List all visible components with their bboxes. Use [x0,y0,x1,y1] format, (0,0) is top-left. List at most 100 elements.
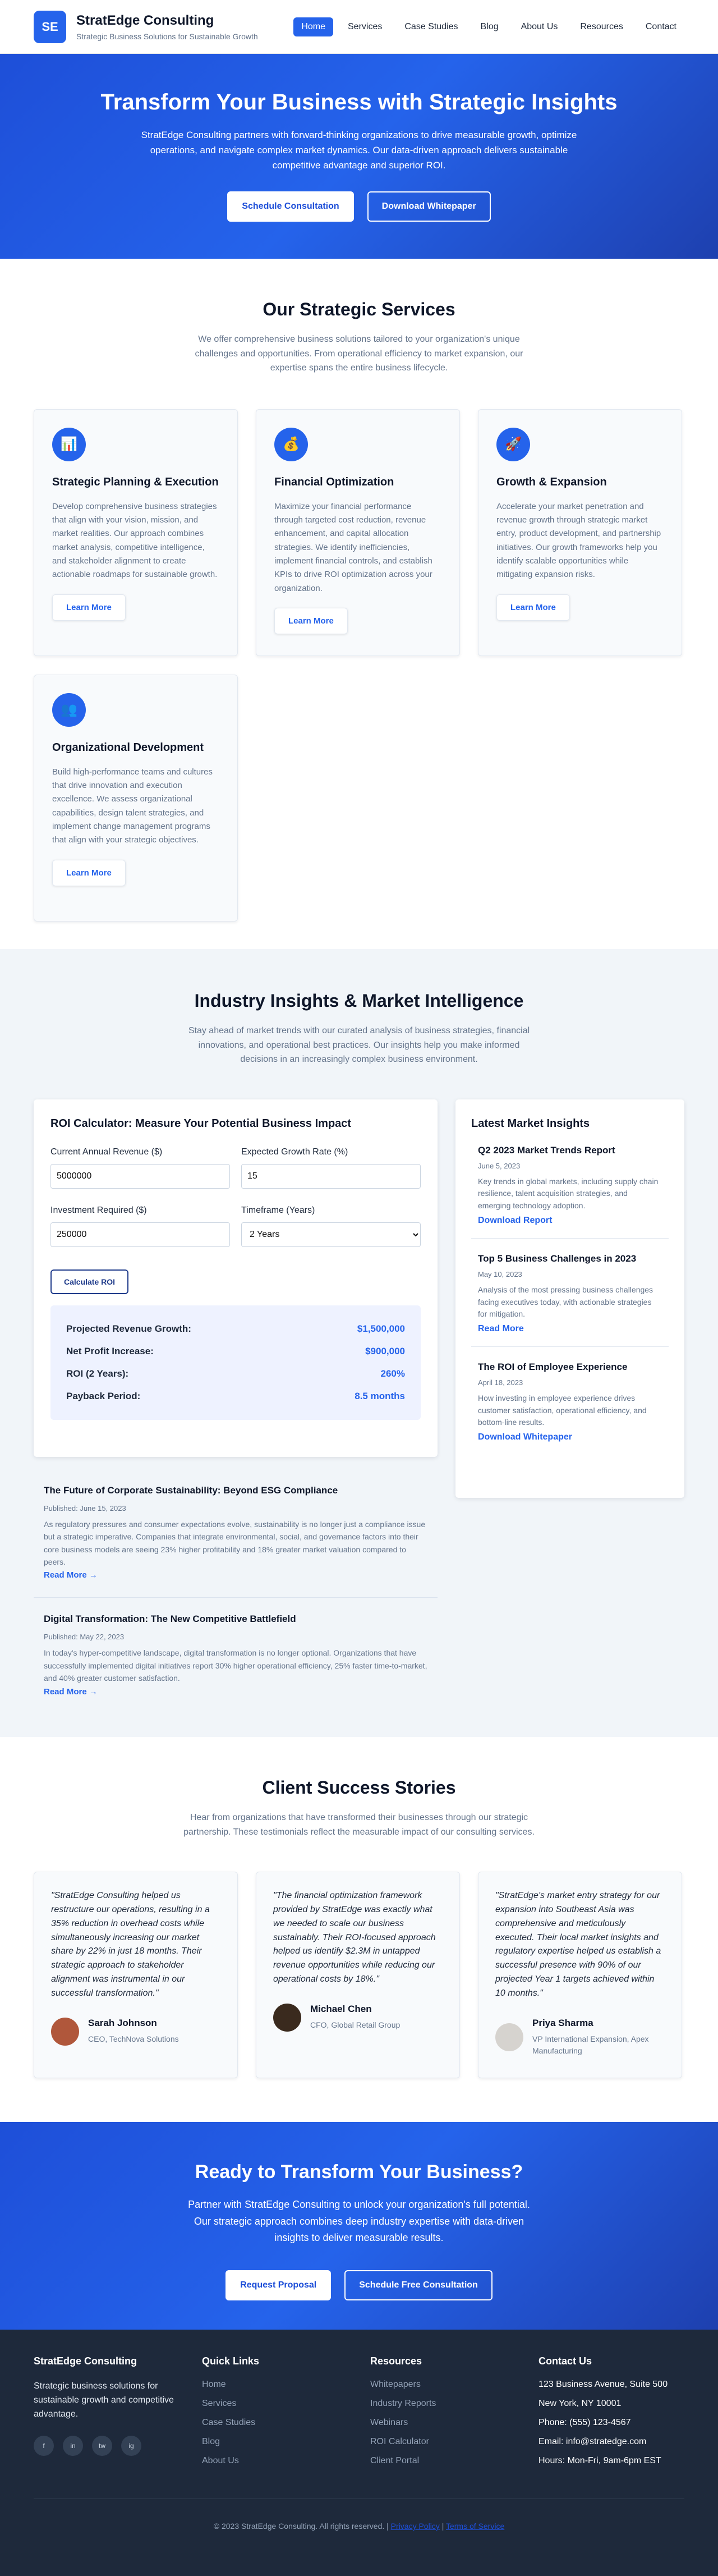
insights-subtitle: Stay ahead of market trends with our cur… [188,1026,530,1065]
copyright: © 2023 StratEdge Consulting. All rights … [213,2522,389,2531]
calculate-roi-button[interactable]: Calculate ROI [50,1269,129,1294]
testimonials-section: Client Success Stories Hear from organiz… [0,1737,718,2122]
terms-of-service-link[interactable]: Terms of Service [446,2522,504,2531]
footer-link[interactable]: Blog [202,2437,348,2447]
testimonials-subtitle: Hear from organizations that have transf… [183,1813,535,1837]
market-item-date: June 5, 2023 [478,1161,521,1170]
facebook-icon[interactable]: f [34,2436,54,2456]
download-report-link[interactable]: Download Report [478,1216,662,1226]
learn-more-button[interactable]: Learn More [274,607,348,634]
nav-about-us[interactable]: About Us [513,17,566,36]
learn-more-button[interactable]: Learn More [52,594,126,621]
footer-link[interactable]: Webinars [370,2418,516,2428]
author-role: CEO, TechNova Solutions [88,2034,179,2044]
result-value: $1,500,000 [357,1323,405,1334]
result-row: Net Profit Increase: $900,000 [66,1340,405,1363]
services-subtitle: We offer comprehensive business solution… [195,334,523,373]
schedule-consultation-button[interactable]: Schedule Consultation [227,191,354,222]
market-title: Latest Market Insights [471,1117,590,1130]
article-item: Digital Transformation: The New Competit… [34,1598,438,1713]
footer-link[interactable]: Industry Reports [370,2399,516,2409]
result-label: ROI (2 Years): [66,1368,129,1379]
contact-line: Phone: (555) 123-4567 [538,2418,631,2427]
avatar [51,2017,79,2046]
revenue-input[interactable] [50,1163,230,1189]
hero-title: Transform Your Business with Strategic I… [100,90,618,114]
article-date: Published: May 22, 2023 [44,1633,125,1642]
author-name: Sarah Johnson [88,2018,157,2029]
footer-link[interactable]: Services [202,2399,348,2409]
learn-more-button[interactable]: Learn More [52,859,126,886]
nav-case-studies[interactable]: Case Studies [397,17,466,36]
footer-link[interactable]: About Us [202,2456,348,2466]
nav-home[interactable]: Home [293,17,333,36]
insights-title: Industry Insights & Market Intelligence [194,991,524,1011]
article-title[interactable]: Digital Transformation: The New Competit… [44,1614,427,1625]
chart-icon: 📊 [52,427,86,461]
resources-title: Resources [370,2355,422,2367]
service-text: Accelerate your market penetration and r… [496,501,661,580]
growth-rate-input[interactable] [241,1163,421,1189]
request-proposal-button[interactable]: Request Proposal [225,2270,332,2301]
footer-link[interactable]: Home [202,2380,348,2390]
nav-resources[interactable]: Resources [572,17,630,36]
result-label: Net Profit Increase: [66,1345,154,1356]
cta-section: Ready to Transform Your Business? Partne… [0,2122,718,2330]
read-more-link[interactable]: Read More → [44,1570,98,1580]
result-value: 8.5 months [355,1390,405,1401]
article-title[interactable]: The Future of Corporate Sustainability: … [44,1485,427,1496]
avatar [273,2003,301,2032]
twitter-icon[interactable]: tw [92,2436,112,2456]
read-more-link[interactable]: Read More → [44,1687,98,1697]
market-item-title: Top 5 Business Challenges in 2023 [478,1253,637,1264]
brand-tagline: Strategic Business Solutions for Sustain… [76,31,258,41]
service-card-growth-expansion: 🚀 Growth & Expansion Accelerate your mar… [478,409,682,656]
result-label: Projected Revenue Growth: [66,1323,191,1334]
download-whitepaper-link[interactable]: Download Whitepaper [478,1432,662,1442]
articles-list: The Future of Corporate Sustainability: … [34,1469,438,1714]
article-date: Published: June 15, 2023 [44,1504,126,1512]
nav-blog[interactable]: Blog [473,17,507,36]
service-title: Organizational Development [52,741,204,754]
timeframe-select[interactable]: 2 Years [241,1222,421,1247]
contact-line: 123 Business Avenue, Suite 500 [538,2380,668,2389]
cta-text: Partner with StratEdge Consulting to unl… [188,2199,530,2244]
testimonial-quote: "The financial optimization framework pr… [273,1891,436,1984]
nav-services[interactable]: Services [340,17,390,36]
footer-brand-desc: Strategic business solutions for sustain… [34,2381,174,2419]
author-name: Michael Chen [310,2004,372,2015]
service-title: Growth & Expansion [496,475,607,488]
investment-input[interactable] [50,1222,230,1247]
footer-link[interactable]: Whitepapers [370,2380,516,2390]
footer-link[interactable]: Case Studies [202,2418,348,2428]
linkedin-icon[interactable]: in [63,2436,83,2456]
brand[interactable]: SE StratEdge Consulting Strategic Busine… [34,10,258,43]
market-item-date: May 10, 2023 [478,1269,522,1278]
market-item-title: The ROI of Employee Experience [478,1361,628,1372]
main-nav: Home Services Case Studies Blog About Us… [293,17,684,36]
learn-more-button[interactable]: Learn More [496,594,570,621]
quick-links-title: Quick Links [202,2355,260,2367]
service-title: Strategic Planning & Execution [52,475,219,488]
market-item: Top 5 Business Challenges in 2023 May 10… [471,1239,669,1347]
footer-brand-title: StratEdge Consulting [34,2355,137,2367]
footer-link[interactable]: ROI Calculator [370,2437,516,2447]
separator: | [441,2522,444,2531]
rocket-icon: 🚀 [496,427,530,461]
author-role: CFO, Global Retail Group [310,2020,401,2030]
testimonial-card: "The financial optimization framework pr… [256,1872,460,2079]
privacy-policy-link[interactable]: Privacy Policy [391,2522,440,2531]
market-item-text: How investing in employee experience dri… [478,1393,647,1427]
instagram-icon[interactable]: ig [121,2436,141,2456]
schedule-free-consultation-button[interactable]: Schedule Free Consultation [344,2270,493,2301]
footer-link[interactable]: Client Portal [370,2456,516,2466]
article-text: As regulatory pressures and consumer exp… [44,1519,426,1566]
nav-contact[interactable]: Contact [638,17,684,36]
market-item: Q2 2023 Market Trends Report June 5, 202… [471,1130,669,1239]
read-more-link[interactable]: Read More [478,1324,662,1334]
hero-section: Transform Your Business with Strategic I… [0,54,718,259]
timeframe-label: Timeframe (Years) [241,1205,315,1215]
insights-section: Industry Insights & Market Intelligence … [0,949,718,1737]
download-whitepaper-button[interactable]: Download Whitepaper [367,191,491,222]
contact-title: Contact Us [538,2355,592,2367]
